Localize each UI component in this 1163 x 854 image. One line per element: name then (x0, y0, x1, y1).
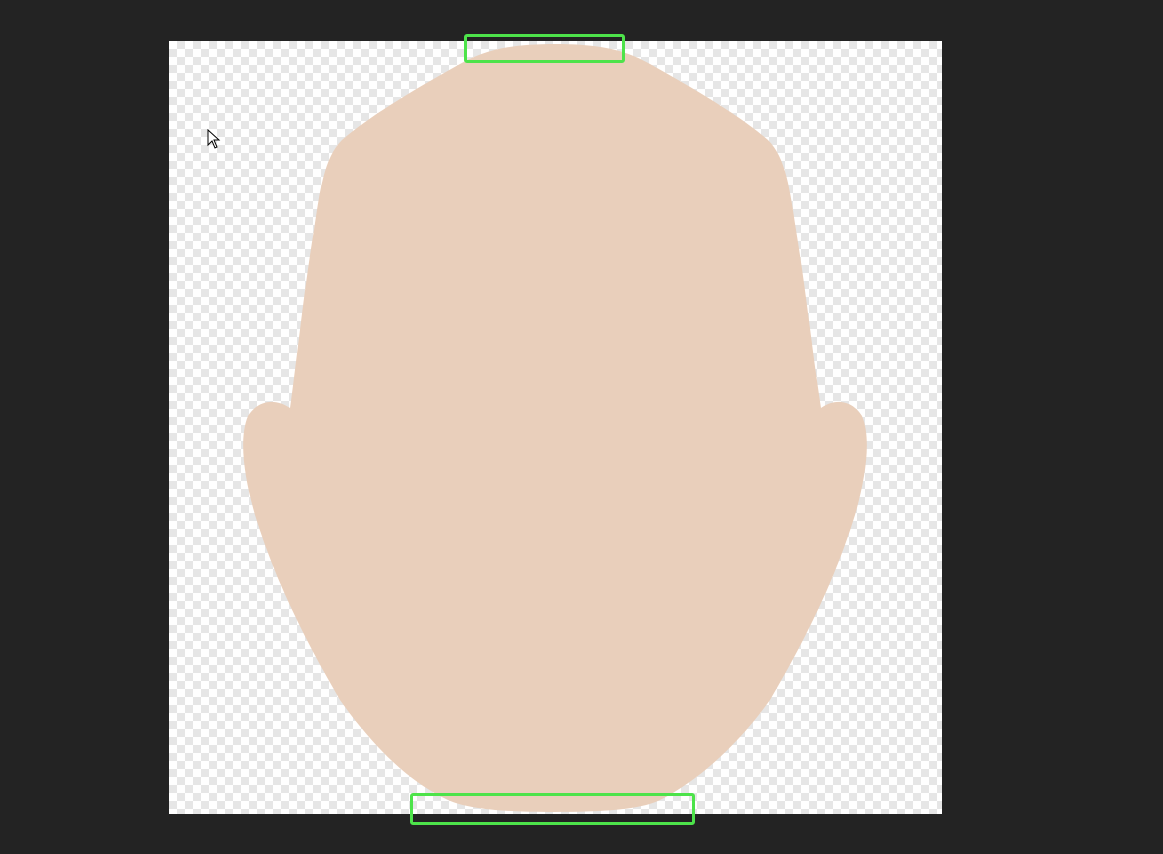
workspace (0, 0, 1163, 854)
document-canvas[interactable] (169, 41, 942, 814)
highlight-box-bottom (410, 793, 695, 825)
arrow-pointer-icon (207, 129, 221, 149)
highlight-box-top (464, 34, 625, 63)
